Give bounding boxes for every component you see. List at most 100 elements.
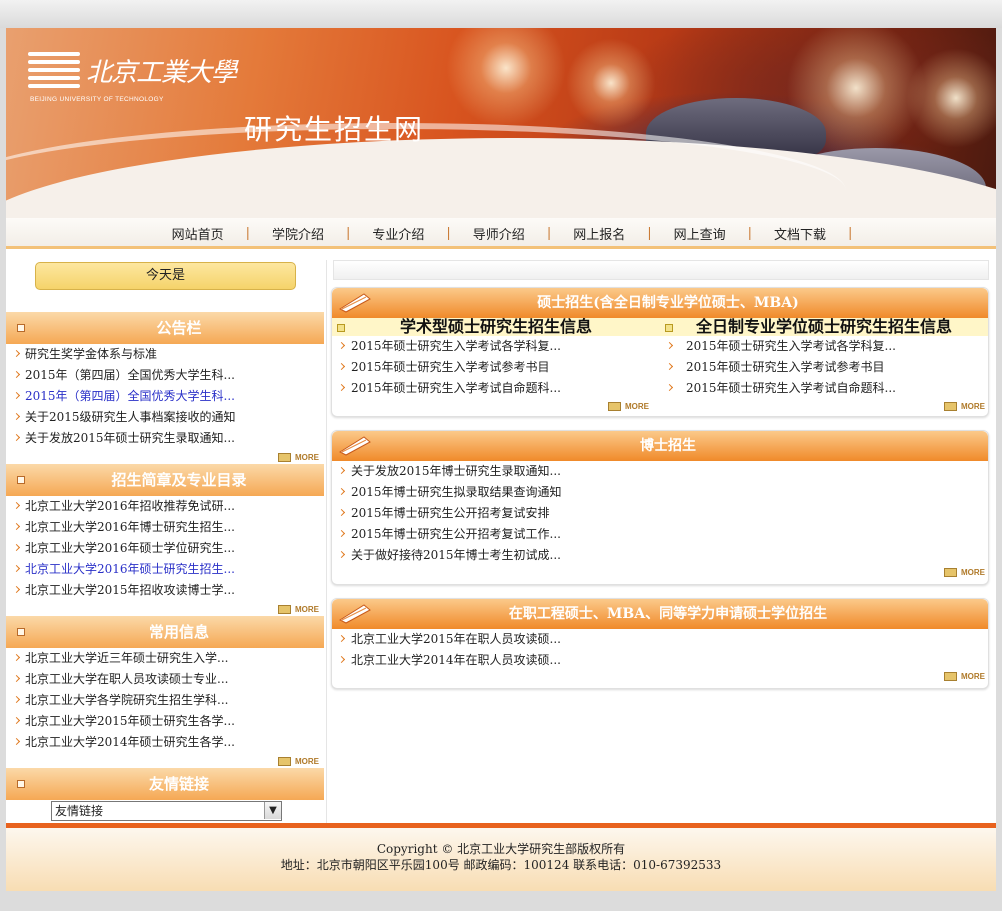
admission-guide-header: 招生简章及专业目录 (6, 464, 324, 496)
list-item[interactable]: 关于2015级研究生人事档案接收的通知 (6, 407, 324, 428)
friend-links-title: 友情链接 (148, 775, 209, 793)
doctor-admission-title: 博士招生 (640, 438, 696, 454)
column-divider (326, 260, 327, 825)
admission-more-link[interactable]: MORE (278, 605, 322, 615)
list-item[interactable]: 北京工业大学2014年在职人员攻读硕... (332, 650, 988, 671)
pen-icon (338, 436, 371, 456)
professional-master-subheader: 全日制专业学位硕士研究生招生信息 (660, 318, 988, 336)
list-item[interactable]: 研究生奖学金体系与标准 (6, 344, 324, 365)
professional-master-column: 全日制专业学位硕士研究生招生信息 2015年硕士研究生入学考试各学科复... 2… (660, 318, 988, 412)
list-item[interactable]: 2015年（第四届）全国优秀大学生科... (6, 386, 324, 407)
list-item[interactable]: 北京工业大学2016年招收推荐免试研... (6, 496, 324, 517)
more-icon (944, 672, 957, 682)
master-admission-panel: 硕士招生(含全日制专业学位硕士、MBA) 学术型硕士研究生招生信息 2015年硕… (331, 287, 989, 417)
common-info-header: 常用信息 (6, 616, 324, 648)
master-admission-title: 硕士招生(含全日制专业学位硕士、MBA) (537, 295, 799, 311)
footer: Copyright © 北京工业大学研究生部版权所有 地址：北京市朝阳区平乐园1… (6, 823, 996, 891)
professional-master-title: 全日制专业学位硕士研究生招生信息 (695, 317, 952, 336)
footer-address: 地址：北京市朝阳区平乐园100号 邮政编码：100124 联系电话：010-67… (280, 858, 722, 872)
list-item[interactable]: 2015年博士研究生公开招考复试安排 (332, 503, 988, 524)
info-bar (333, 260, 989, 280)
main-nav: 网站首页 | 学院介绍 | 专业介绍 | 导师介绍 | 网上报名 | 网上查询 | 文档下载… (6, 218, 996, 248)
bullet-square-icon (17, 780, 25, 788)
list-item[interactable]: 2015年硕士研究生入学考试各学科复... (332, 336, 660, 357)
nav-separator: | (848, 225, 853, 241)
chevron-down-icon: ▼ (264, 802, 281, 819)
nav-downloads[interactable]: 文档下载 (752, 224, 848, 243)
professional-more-link[interactable]: MORE (944, 402, 988, 412)
academic-more-link[interactable]: MORE (608, 402, 652, 412)
more-icon (278, 605, 291, 615)
today-date-box: 今天是 (35, 262, 296, 290)
more-icon (944, 402, 957, 412)
nav-online-query[interactable]: 网上查询 (652, 224, 748, 243)
firework-decoration (906, 48, 996, 148)
list-item[interactable]: 关于做好接待2015年博士考生初试成... (332, 545, 988, 566)
nav-home[interactable]: 网站首页 (150, 224, 246, 243)
list-item[interactable]: 北京工业大学2015年在职人员攻读硕... (332, 629, 988, 650)
friend-links-select[interactable]: 友情链接 ▼ (51, 801, 282, 821)
onjob-admission-title: 在职工程硕士、MBA、同等学力申请硕士学位招生 (508, 606, 828, 622)
logo-english-name: BEIJING UNIVERSITY OF TECHNOLOGY (30, 96, 164, 103)
list-item[interactable]: 2015年硕士研究生入学考试各学科复... (660, 336, 988, 357)
common-info: 常用信息 北京工业大学近三年硕士研究生入学... 北京工业大学在职人员攻读硕士专… (6, 616, 324, 767)
list-item[interactable]: 北京工业大学2015年招收攻读博士学... (6, 580, 324, 601)
master-admission-header: 硕士招生(含全日制专业学位硕士、MBA) (332, 288, 988, 318)
academic-master-title: 学术型硕士研究生招生信息 (399, 317, 592, 336)
list-item[interactable]: 北京工业大学2015年硕士研究生各学... (6, 711, 324, 732)
friend-links: 友情链接 (6, 768, 324, 800)
nav-online-registration[interactable]: 网上报名 (551, 224, 647, 243)
list-item[interactable]: 2015年硕士研究生入学考试自命题科... (332, 378, 660, 399)
notice-more-link[interactable]: MORE (278, 453, 322, 463)
more-icon (278, 453, 291, 463)
list-item[interactable]: 北京工业大学2014年硕士研究生各学... (6, 732, 324, 753)
nav-advisors[interactable]: 导师介绍 (451, 224, 547, 243)
onjob-admission-panel: 在职工程硕士、MBA、同等学力申请硕士学位招生 北京工业大学2015年在职人员攻… (331, 598, 989, 689)
list-item[interactable]: 北京工业大学2016年硕士学位研究生... (6, 538, 324, 559)
more-icon (608, 402, 621, 412)
bullet-square-icon (337, 324, 345, 332)
list-item[interactable]: 北京工业大学各学院研究生招生学科... (6, 690, 324, 711)
list-item[interactable]: 北京工业大学近三年硕士研究生入学... (6, 648, 324, 669)
list-item[interactable]: 北京工业大学2016年博士研究生招生... (6, 517, 324, 538)
pen-icon (338, 604, 371, 624)
admission-guide-title: 招生简章及专业目录 (111, 471, 247, 489)
nav-majors[interactable]: 专业介绍 (350, 224, 446, 243)
logo-chinese-name: 北京工業大學 (86, 58, 237, 88)
logo-emblem-icon (28, 52, 80, 90)
academic-master-column: 学术型硕士研究生招生信息 2015年硕士研究生入学考试各学科复... 2015年… (332, 318, 660, 412)
onjob-more-link[interactable]: MORE (944, 672, 988, 682)
list-item[interactable]: 2015年硕士研究生入学考试参考书目 (660, 357, 988, 378)
browser-top-strip (0, 0, 1002, 28)
list-item[interactable]: 关于发放2015年博士研究生录取通知... (332, 461, 988, 482)
list-item[interactable]: 北京工业大学在职人员攻读硕士专业... (6, 669, 324, 690)
more-icon (944, 568, 957, 578)
list-item[interactable]: 2015年博士研究生拟录取结果查询通知 (332, 482, 988, 503)
list-item[interactable]: 2015年硕士研究生入学考试参考书目 (332, 357, 660, 378)
academic-master-subheader: 学术型硕士研究生招生信息 (332, 318, 660, 336)
bullet-square-icon (17, 628, 25, 636)
doctor-admission-header: 博士招生 (332, 431, 988, 461)
bullet-square-icon (665, 324, 673, 332)
bullet-square-icon (17, 324, 25, 332)
nav-divider (6, 246, 996, 249)
firework-decoration (446, 28, 566, 128)
list-item[interactable]: 北京工业大学2016年硕士研究生招生... (6, 559, 324, 580)
page-container: 北京工業大學 BEIJING UNIVERSITY OF TECHNOLOGY … (6, 28, 996, 891)
list-item[interactable]: 2015年（第四届）全国优秀大学生科... (6, 365, 324, 386)
site-title: 研究生招生网 (244, 113, 425, 146)
list-item[interactable]: 关于发放2015年硕士研究生录取通知... (6, 428, 324, 449)
header-banner: 北京工業大學 BEIJING UNIVERSITY OF TECHNOLOGY … (6, 28, 996, 218)
notice-board: 公告栏 研究生奖学金体系与标准 2015年（第四届）全国优秀大学生科... 20… (6, 312, 324, 463)
pen-icon (338, 293, 371, 313)
doctor-more-link[interactable]: MORE (944, 568, 988, 578)
notice-board-title: 公告栏 (156, 319, 202, 337)
bullet-square-icon (17, 476, 25, 484)
friend-links-header: 友情链接 (6, 768, 324, 800)
common-more-link[interactable]: MORE (278, 757, 322, 767)
list-item[interactable]: 2015年硕士研究生入学考试自命题科... (660, 378, 988, 399)
list-item[interactable]: 2015年博士研究生公开招考复试工作... (332, 524, 988, 545)
select-value: 友情链接 (55, 804, 104, 818)
nav-college[interactable]: 学院介绍 (250, 224, 346, 243)
onjob-admission-header: 在职工程硕士、MBA、同等学力申请硕士学位招生 (332, 599, 988, 629)
